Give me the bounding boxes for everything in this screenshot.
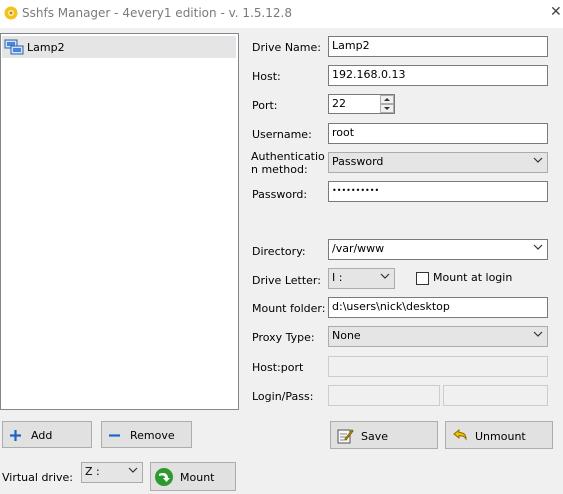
window-title: Sshfs Manager - 4every1 edition - v. 1.5… — [22, 6, 293, 20]
mount-folder-input[interactable]: d:\users\nick\desktop — [328, 297, 548, 318]
host-port-input[interactable] — [328, 356, 548, 377]
save-button[interactable]: Save — [330, 421, 438, 449]
password-input[interactable]: •••••••••• — [328, 181, 548, 202]
minus-icon — [109, 434, 120, 437]
proxy-type-select[interactable]: None — [328, 326, 548, 347]
remove-button-label: Remove — [130, 429, 175, 442]
proxy-type-value: None — [332, 329, 361, 342]
auth-method-label-line2: n method: — [251, 163, 308, 176]
undo-icon — [453, 428, 467, 441]
directory-value: /var/www — [332, 242, 385, 255]
host-port-label: Host:port — [252, 361, 304, 374]
unmount-button[interactable]: Unmount — [445, 421, 553, 449]
host-label: Host: — [252, 70, 281, 83]
chevron-down-icon — [380, 273, 390, 279]
login-pass-label: Login/Pass: — [252, 390, 314, 403]
chevron-down-icon — [533, 157, 543, 163]
chevron-down-icon — [384, 107, 390, 110]
auth-method-label-line1: Authenticatio — [251, 150, 325, 163]
chevron-down-icon — [533, 244, 543, 250]
drive-letter-label: Drive Letter: — [252, 274, 321, 287]
chevron-up-icon — [384, 98, 390, 101]
login-input[interactable] — [328, 385, 440, 406]
proxy-type-label: Proxy Type: — [252, 331, 315, 344]
directory-select[interactable]: /var/www — [328, 239, 548, 260]
add-button-label: Add — [31, 429, 53, 442]
drive-name-label: Drive Name: — [252, 41, 321, 54]
app-icon — [4, 6, 18, 20]
virtual-drive-label: Virtual drive: — [2, 471, 73, 484]
chevron-down-icon — [128, 467, 138, 473]
directory-label: Directory: — [252, 245, 306, 258]
port-label: Port: — [252, 99, 278, 112]
mount-folder-label: Mount folder: — [252, 302, 326, 315]
username-input[interactable]: root — [328, 123, 548, 144]
drive-name-input[interactable]: Lamp2 — [328, 36, 548, 57]
auth-method-select[interactable]: Password — [328, 152, 548, 173]
username-label: Username: — [252, 128, 312, 141]
drive-letter-value: I : — [332, 271, 343, 284]
add-button[interactable]: Add — [2, 421, 92, 448]
plus-icon — [10, 430, 21, 441]
auth-method-value: Password — [332, 155, 384, 168]
list-item-label: Lamp2 — [27, 41, 65, 54]
virtual-drive-select[interactable]: Z : — [81, 462, 143, 483]
password-label: Password: — [252, 188, 308, 201]
virtual-drive-value: Z : — [85, 465, 100, 478]
remove-button[interactable]: Remove — [101, 421, 192, 448]
chevron-down-icon — [533, 331, 543, 337]
close-icon[interactable]: ✕ — [550, 4, 562, 20]
host-input[interactable]: 192.168.0.13 — [328, 65, 548, 86]
mount-arrow-icon — [155, 468, 173, 486]
mount-button-label: Mount — [180, 471, 215, 484]
mount-button[interactable]: Mount — [150, 462, 236, 491]
mount-at-login-label: Mount at login — [433, 271, 513, 284]
port-increment-button[interactable] — [380, 95, 394, 104]
edit-icon — [337, 429, 354, 444]
drive-list[interactable] — [0, 33, 239, 410]
pass-input[interactable] — [443, 385, 548, 406]
save-button-label: Save — [361, 430, 389, 443]
port-decrement-button[interactable] — [380, 104, 394, 113]
mount-at-login-checkbox[interactable] — [416, 272, 429, 285]
network-drive-icon — [4, 39, 24, 55]
unmount-button-label: Unmount — [475, 430, 526, 443]
drive-letter-select[interactable]: I : — [328, 268, 395, 289]
